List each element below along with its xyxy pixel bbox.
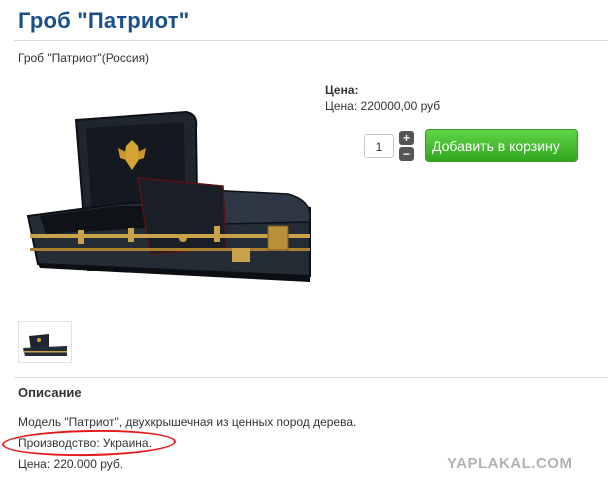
price-label: Цена: [325,83,359,97]
watermark: YAPLAKAL.COM [447,455,573,472]
product-thumbnail[interactable] [18,321,72,363]
add-to-cart-button[interactable]: Добавить в корзину [425,129,578,162]
plus-icon[interactable]: + [399,131,414,145]
product-subtitle: Гроб "Патриот"(Россия) [18,51,150,65]
title-divider [14,40,608,41]
description-line: Цена: 220.000 руб. [18,457,124,471]
casket-thumbnail-icon [23,334,67,356]
product-main-image[interactable] [18,98,318,308]
page-title: Гроб "Патриот" [18,8,190,33]
minus-icon[interactable]: − [399,147,414,161]
description-divider [14,377,608,378]
red-highlight-circle [1,428,177,458]
description-heading: Описание [18,385,82,400]
quantity-input[interactable]: 1 [364,134,394,158]
price-value: Цена: 220000,00 руб [325,99,441,113]
description-line: Модель "Патриот", двухкрышечная из ценны… [18,415,357,429]
